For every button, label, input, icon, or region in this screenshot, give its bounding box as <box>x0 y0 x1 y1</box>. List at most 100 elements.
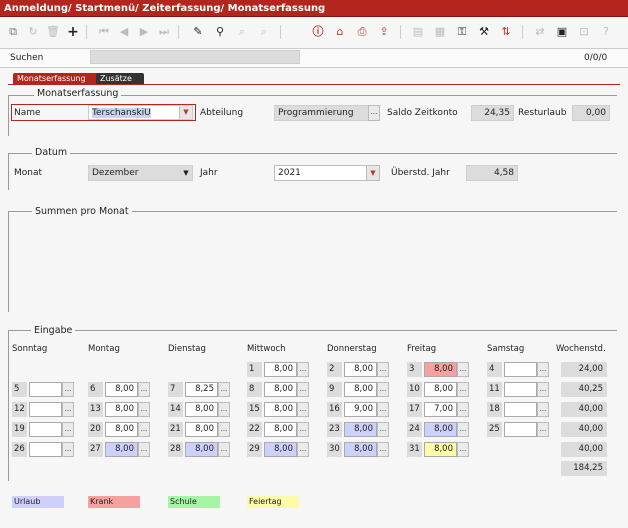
day-detail-button[interactable]: ... <box>457 402 469 417</box>
day-hours-input[interactable] <box>504 422 537 437</box>
day-detail-button[interactable]: ... <box>297 402 309 417</box>
day-hours-input[interactable] <box>504 362 537 377</box>
export-icon[interactable]: ⇪ <box>376 24 392 40</box>
day-hours-input[interactable]: 8,00 <box>264 362 297 377</box>
next-record-icon[interactable]: ▶ <box>136 24 152 40</box>
day-detail-button[interactable]: ... <box>377 362 389 377</box>
day-detail-button[interactable]: ... <box>218 382 230 397</box>
day-detail-button[interactable]: ... <box>218 442 230 457</box>
day-detail-button[interactable]: ... <box>62 422 74 437</box>
day-detail-button[interactable]: ... <box>377 442 389 457</box>
day-detail-button[interactable]: ... <box>138 442 150 457</box>
help-icon[interactable]: ? <box>598 24 614 40</box>
day-hours-input[interactable]: 8,00 <box>185 402 218 417</box>
prev-record-icon[interactable]: ◀ <box>116 24 132 40</box>
day-hours-input[interactable] <box>29 382 62 397</box>
day-hours-input[interactable]: 8,00 <box>424 362 457 377</box>
monat-select[interactable]: Dezember ▼ <box>88 165 193 181</box>
day-detail-button[interactable]: ... <box>457 442 469 457</box>
day-detail-button[interactable]: ... <box>138 382 150 397</box>
home-icon[interactable]: ⌂ <box>332 24 348 40</box>
tab-zusaetze[interactable]: Zusätze <box>96 73 144 84</box>
abteilung-field[interactable]: Programmierung ... <box>274 105 380 121</box>
day-detail-button[interactable]: ... <box>537 422 549 437</box>
day-hours-input[interactable]: 8,00 <box>264 382 297 397</box>
find-icon[interactable]: ⚿ <box>454 24 470 40</box>
chevron-down-icon[interactable]: ▼ <box>179 106 192 119</box>
day-hours-input[interactable] <box>29 422 62 437</box>
day-hours-input[interactable] <box>504 382 537 397</box>
day-hours-input[interactable]: 8,00 <box>105 442 138 457</box>
day-detail-button[interactable]: ... <box>62 442 74 457</box>
day-detail-button[interactable]: ... <box>62 382 74 397</box>
search-input[interactable] <box>90 50 300 64</box>
day-detail-button[interactable]: ... <box>218 402 230 417</box>
day-hours-input[interactable]: 8,00 <box>344 382 377 397</box>
filter-icon[interactable]: ⚲ <box>212 24 228 40</box>
first-record-icon[interactable]: ⏮ <box>96 24 112 40</box>
day-detail-button[interactable]: ... <box>62 402 74 417</box>
sort-icon[interactable]: ⇅ <box>498 24 514 40</box>
name-select[interactable]: TerschanskiU ▼ <box>88 105 193 120</box>
day-detail-button[interactable]: ... <box>218 422 230 437</box>
refresh-icon[interactable]: ↻ <box>25 24 41 40</box>
day-hours-input[interactable]: 8,00 <box>264 402 297 417</box>
day-detail-button[interactable]: ... <box>537 382 549 397</box>
chevron-down-icon[interactable]: ▼ <box>180 166 192 180</box>
day-detail-button[interactable]: ... <box>297 362 309 377</box>
print-icon[interactable]: ⎙ <box>354 24 370 40</box>
search-next-icon[interactable]: ⌕ <box>256 24 272 40</box>
day-detail-button[interactable]: ... <box>377 382 389 397</box>
day-hours-input[interactable]: 8,00 <box>344 362 377 377</box>
day-detail-button[interactable]: ... <box>457 422 469 437</box>
day-hours-input[interactable]: 8,00 <box>185 422 218 437</box>
day-detail-button[interactable]: ... <box>377 402 389 417</box>
day-hours-input[interactable]: 8,25 <box>185 382 218 397</box>
day-detail-button[interactable]: ... <box>377 422 389 437</box>
info-icon[interactable]: ⓘ <box>310 24 326 40</box>
jahr-select[interactable]: 2021 ▼ <box>274 165 380 181</box>
day-hours-input[interactable]: 8,00 <box>344 442 377 457</box>
chevron-down-icon[interactable]: ▼ <box>366 166 379 180</box>
tab-monatserfassung[interactable]: Monatserfassung <box>13 73 101 84</box>
swap-icon[interactable]: ⇄ <box>532 24 548 40</box>
day-detail-button[interactable]: ... <box>457 382 469 397</box>
archive-icon[interactable]: ▣ <box>554 24 570 40</box>
list-icon[interactable]: ▤ <box>410 24 426 40</box>
day-hours-input[interactable]: 7,00 <box>424 402 457 417</box>
day-hours-input[interactable] <box>29 402 62 417</box>
copy-icon[interactable]: ⧉ <box>5 24 21 40</box>
search-prev-icon[interactable]: ⌕ <box>234 24 250 40</box>
add-icon[interactable]: + <box>65 24 81 40</box>
form-icon[interactable]: ▦ <box>432 24 448 40</box>
day-hours-input[interactable] <box>504 402 537 417</box>
abteilung-lookup-button[interactable]: ... <box>368 105 380 121</box>
attach-icon[interactable]: ⊡ <box>576 24 592 40</box>
day-number: 31 <box>407 442 422 457</box>
day-detail-button[interactable]: ... <box>138 402 150 417</box>
day-detail-button[interactable]: ... <box>138 422 150 437</box>
day-hours-input[interactable]: 8,00 <box>424 422 457 437</box>
day-hours-input[interactable]: 8,00 <box>105 402 138 417</box>
legend-item-schule: Schule <box>168 496 220 508</box>
day-hours-input[interactable]: 8,00 <box>424 442 457 457</box>
day-detail-button[interactable]: ... <box>297 442 309 457</box>
day-detail-button[interactable]: ... <box>457 362 469 377</box>
day-hours-input[interactable]: 8,00 <box>344 422 377 437</box>
day-detail-button[interactable]: ... <box>297 382 309 397</box>
day-hours-input[interactable]: 8,00 <box>264 442 297 457</box>
day-detail-button[interactable]: ... <box>537 402 549 417</box>
day-hours-input[interactable]: 8,00 <box>185 442 218 457</box>
day-hours-input[interactable]: 8,00 <box>105 422 138 437</box>
day-hours-input[interactable] <box>29 442 62 457</box>
tools-icon[interactable]: ⚒ <box>476 24 492 40</box>
day-detail-button[interactable]: ... <box>537 362 549 377</box>
edit-icon[interactable]: ✎ <box>190 24 206 40</box>
last-record-icon[interactable]: ⏭ <box>156 24 172 40</box>
delete-icon[interactable]: 🗑 <box>45 24 61 40</box>
day-hours-input[interactable]: 8,00 <box>105 382 138 397</box>
day-hours-input[interactable]: 8,00 <box>264 422 297 437</box>
day-hours-input[interactable]: 9,00 <box>344 402 377 417</box>
day-detail-button[interactable]: ... <box>297 422 309 437</box>
day-hours-input[interactable]: 8,00 <box>424 382 457 397</box>
